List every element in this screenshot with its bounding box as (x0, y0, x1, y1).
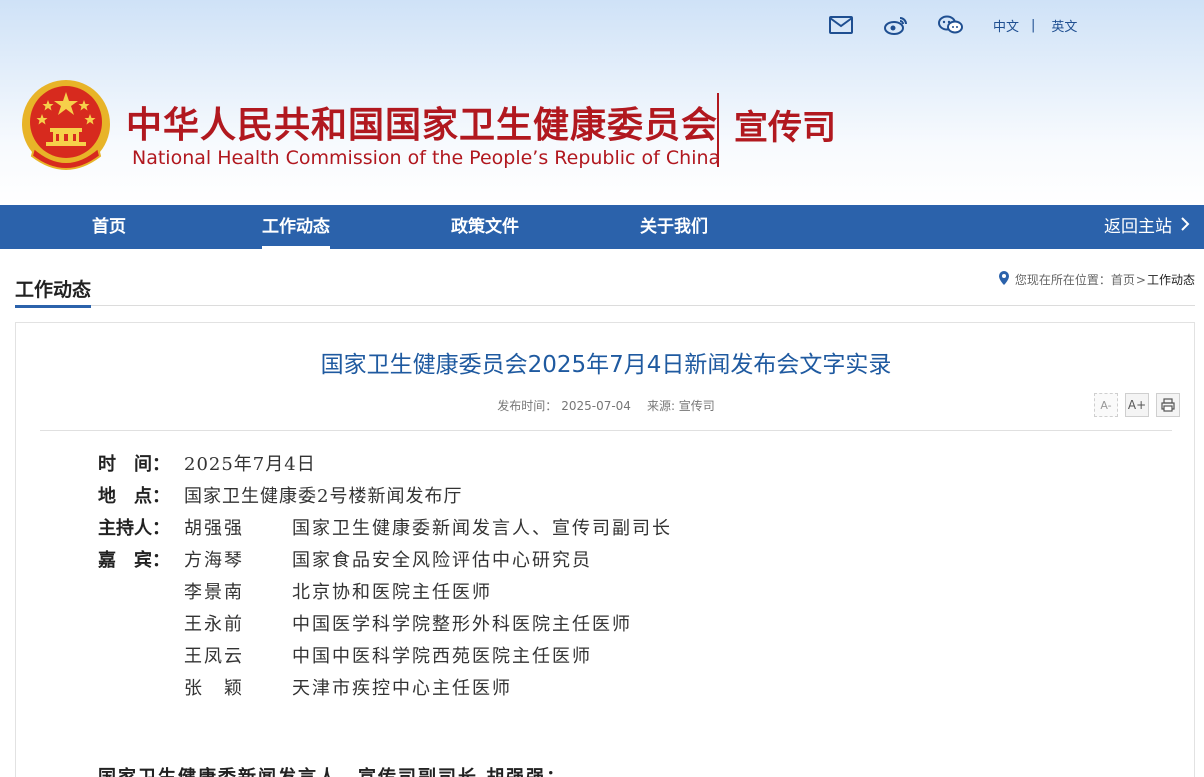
guest-role: 中国医学科学院整形外科医院主任医师 (292, 614, 632, 635)
time-value: 2025年7月4日 (184, 454, 316, 475)
title-divider (717, 93, 719, 167)
article-title: 国家卫生健康委员会2025年7月4日新闻发布会文字实录 (320, 352, 892, 378)
guest-name: 王凤云 (184, 646, 244, 667)
printer-icon[interactable] (1156, 393, 1180, 417)
guest-name: 张 颖 (184, 678, 244, 699)
breadcrumb: 您现在所在位置： 首页 > 工作动态 (998, 271, 1195, 288)
chevron-right-icon (1180, 205, 1190, 249)
article-tools: A- A+ (1087, 393, 1180, 417)
location-pin-icon (998, 271, 1009, 288)
time-label: 时 间： (98, 454, 170, 475)
host-name: 胡强强 (184, 518, 244, 539)
site-title-cn: 中华人民共和国国家卫生健康委员会 (126, 105, 719, 146)
article-container: 国家卫生健康委员会2025年7月4日新闻发布会文字实录 发布时间： 2025-07… (15, 322, 1195, 777)
lang-separator: | (1031, 17, 1036, 33)
lang-en-link[interactable]: 英文 (1051, 16, 1077, 35)
lang-cn-link[interactable]: 中文 (993, 16, 1019, 35)
font-larger-button[interactable]: A+ (1125, 393, 1149, 417)
guest-role: 国家食品安全风险评估中心研究员 (292, 550, 592, 571)
breadcrumb-prefix: 您现在所在位置： (1014, 273, 1111, 287)
publish-date-label: 发布时间： (497, 399, 558, 413)
guest-role: 北京协和医院主任医师 (292, 582, 492, 603)
back-to-main-site-label: 返回主站 (1104, 217, 1172, 237)
guest-name: 方海琴 (184, 550, 244, 571)
guest-name: 李景南 (184, 582, 244, 603)
weibo-icon[interactable] (883, 12, 909, 38)
back-to-main-site-link[interactable]: 返回主站 (1104, 205, 1190, 249)
first-speaker-paragraph: 国家卫生健康委新闻发言人、宣传司副司长 胡强强： (98, 763, 566, 777)
font-smaller-button[interactable]: A- (1094, 393, 1118, 417)
nav-item-home[interactable]: 首页 (92, 205, 126, 249)
site-header: 中文 | 英文 中华人民共和国国家卫生健康委员会 National Health… (0, 0, 1204, 205)
host-role: 国家卫生健康委新闻发言人、宣传司副司长 (292, 518, 672, 539)
department-name: 宣传司 (734, 108, 836, 148)
breadcrumb-separator: > (1135, 272, 1146, 287)
place-label: 地 点： (98, 486, 170, 507)
section-title: 工作动态 (15, 275, 92, 308)
wechat-icon[interactable] (938, 12, 964, 38)
nav-item-policy-docs[interactable]: 政策文件 (451, 205, 519, 249)
guest-role: 天津市疾控中心主任医师 (292, 678, 512, 699)
publish-date: 2025-07-04 (561, 399, 631, 413)
breadcrumb-current: 工作动态 (1146, 273, 1195, 287)
top-links: 中文 | 英文 (828, 12, 1077, 38)
breadcrumb-home-link[interactable]: 首页 (1111, 271, 1135, 288)
guests-label: 嘉 宾： (98, 550, 170, 571)
mail-icon[interactable] (828, 12, 854, 38)
nav-item-work-news[interactable]: 工作动态 (262, 205, 330, 249)
guest-name: 王永前 (184, 614, 244, 635)
article-source: 来源: 宣传司 (646, 399, 715, 413)
place-value: 国家卫生健康委2号楼新闻发布厅 (184, 486, 463, 507)
nav-item-about-us[interactable]: 关于我们 (640, 205, 708, 249)
meta-divider (40, 430, 1172, 431)
national-emblem-logo[interactable] (20, 78, 112, 178)
section-header: 工作动态 您现在所在位置： 首页 > 工作动态 (15, 265, 1195, 308)
guest-role: 中国中医科学院西苑医院主任医师 (292, 646, 592, 667)
article-meta: 发布时间： 2025-07-04 来源: 宣传司 (16, 397, 1196, 414)
site-title-en: National Health Commission of the People… (132, 147, 721, 169)
host-label: 主持人： (98, 518, 170, 539)
main-nav: 首页 工作动态 政策文件 关于我们 返回主站 (0, 205, 1204, 249)
